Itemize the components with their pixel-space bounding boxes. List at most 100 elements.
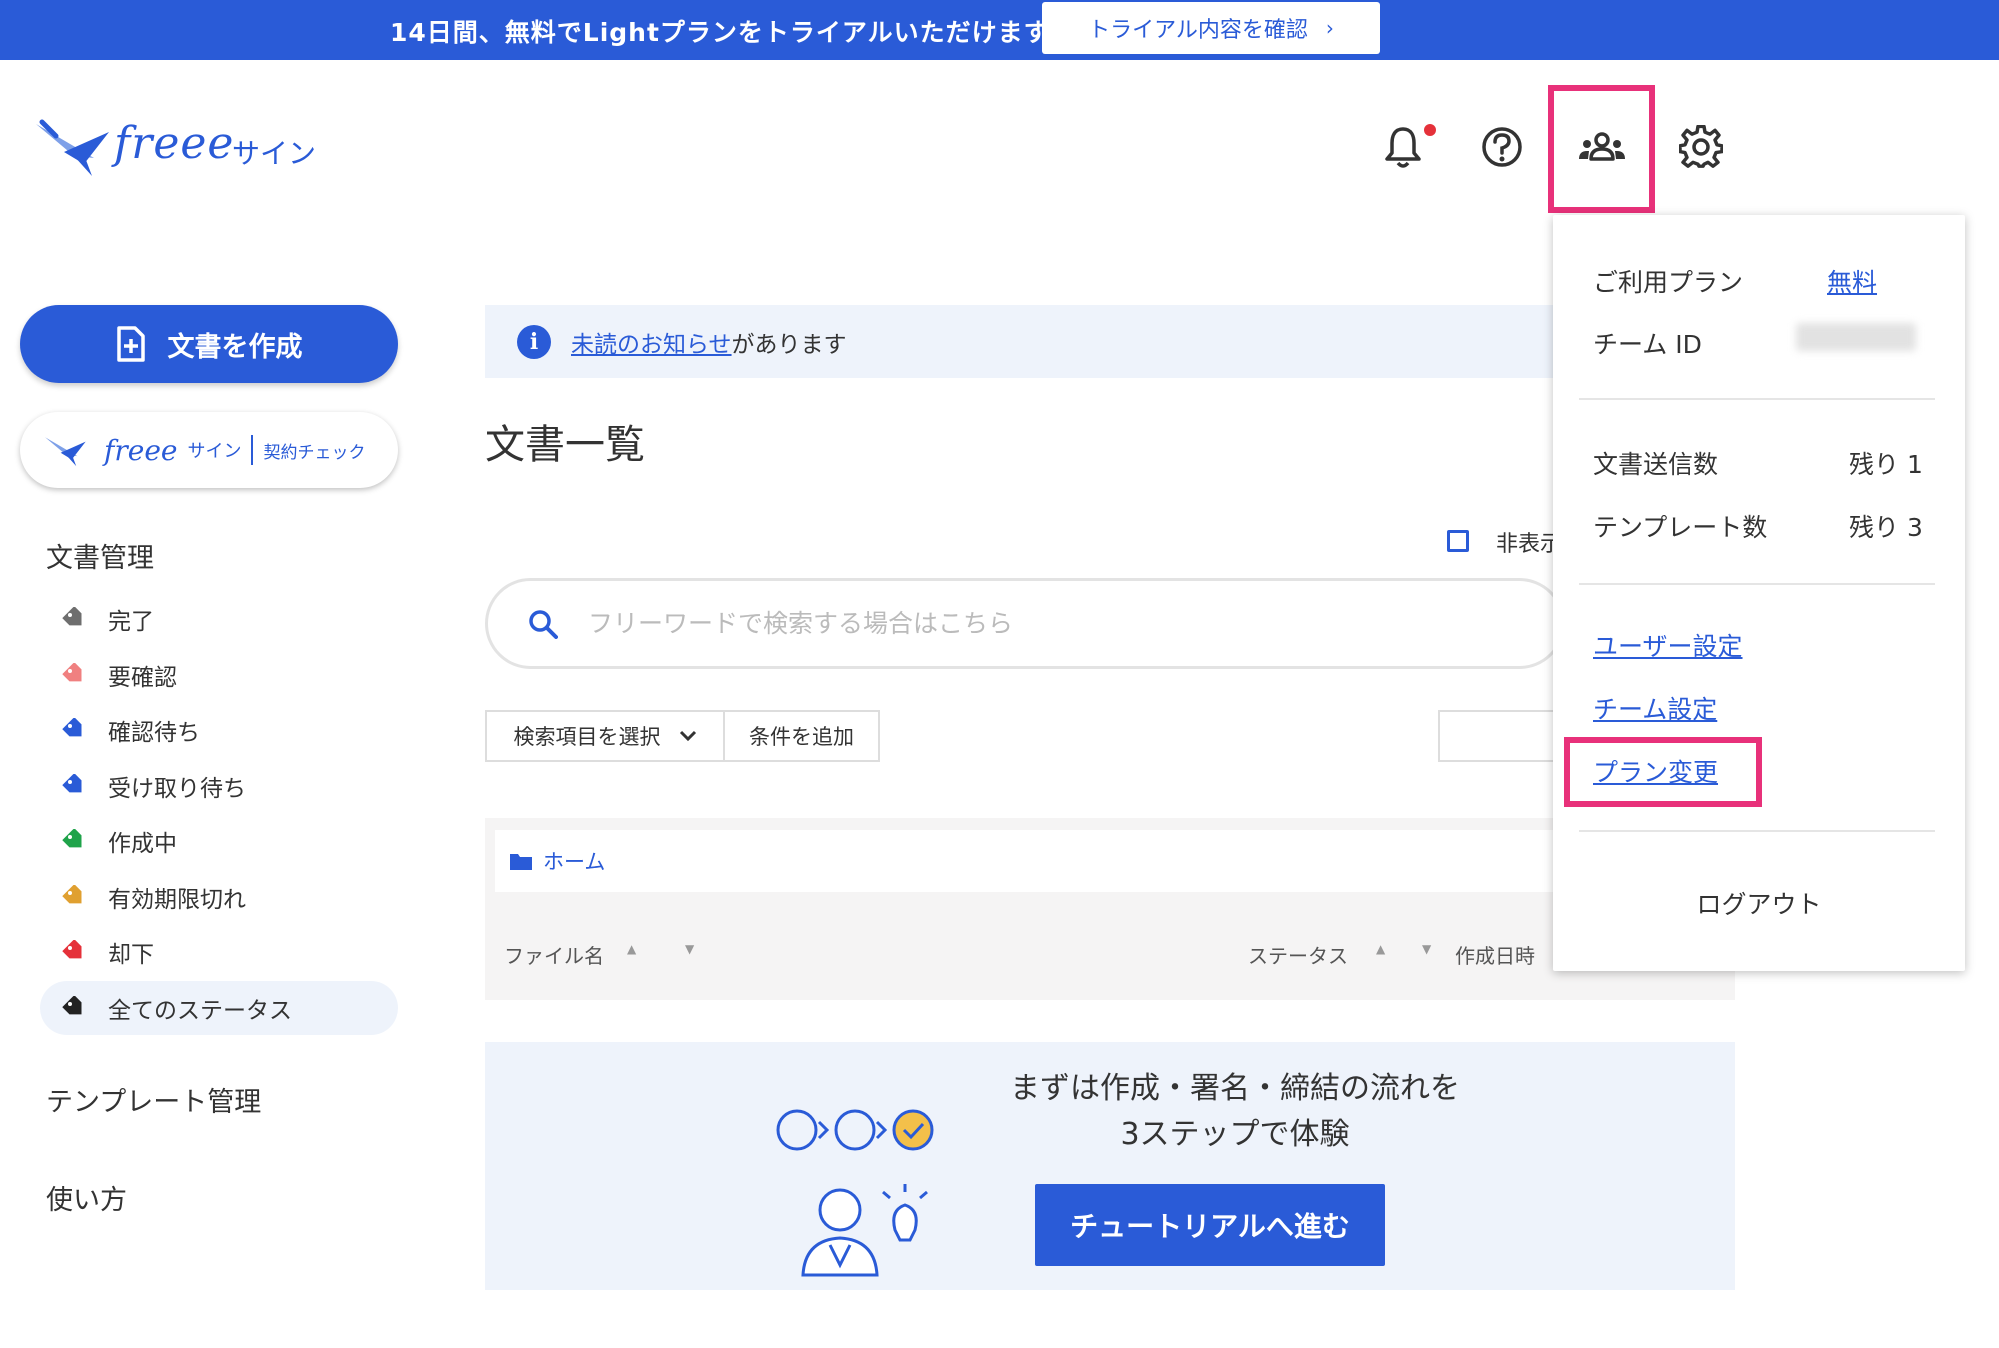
notification-dot — [1424, 124, 1436, 136]
sort-desc-icon[interactable]: ▼ — [685, 942, 694, 956]
unread-notice-banner: i 未読のお知らせがあります — [485, 305, 1555, 378]
filter-input-box[interactable] — [1438, 710, 1558, 762]
hide-checkbox[interactable] — [1447, 530, 1469, 552]
column-header-status[interactable]: ステータス — [1248, 940, 1348, 969]
menu-divider — [1579, 398, 1935, 400]
chevron-right-icon: › — [1325, 16, 1334, 40]
breadcrumb: ホーム — [495, 830, 1735, 892]
banner-text: 14日間、無料でLightプランをトライアルいただけます — [390, 18, 1050, 47]
status-item[interactable]: 確認待ち — [40, 703, 398, 757]
contract-check-label: 契約チェック — [263, 442, 366, 463]
trial-details-button[interactable]: トライアル内容を確認 › — [1042, 2, 1380, 54]
status-item-label: 要確認 — [108, 664, 177, 691]
status-item-label: 確認待ち — [108, 720, 200, 746]
document-table: ホーム ファイル名 ▲ ▼ ステータス ▲ ▼ 作成日時 — [485, 818, 1735, 1000]
gear-icon — [1679, 125, 1723, 168]
team-id-label: チーム ID — [1593, 330, 1702, 359]
help-button[interactable] — [1477, 122, 1527, 172]
menu-divider — [1579, 830, 1935, 832]
tag-icon — [62, 940, 82, 959]
plan-label: ご利用プラン — [1593, 268, 1744, 297]
add-document-icon — [116, 326, 145, 362]
create-document-label: 文書を作成 — [167, 331, 303, 363]
create-document-button[interactable]: 文書を作成 — [20, 305, 398, 383]
doc-management-heading[interactable]: 文書管理 — [46, 536, 154, 575]
freee-sign-logo[interactable]: freee サイン — [34, 112, 324, 182]
status-item-label: 有効期限切れ — [108, 886, 246, 913]
bell-icon — [1385, 127, 1421, 168]
tutorial-line2: 3ステップで体験 — [1120, 1117, 1350, 1152]
search-icon — [529, 609, 558, 639]
logout-button[interactable]: ログアウト — [1553, 885, 1965, 921]
folder-icon — [510, 854, 532, 870]
template-count-label: テンプレート数 — [1593, 513, 1768, 542]
breadcrumb-home[interactable]: ホーム — [543, 846, 605, 876]
plan-value-link[interactable]: 無料 — [1827, 263, 1877, 299]
settings-button[interactable] — [1676, 122, 1726, 172]
team-dropdown-menu: ご利用プラン 無料 チーム ID 文書送信数 残り 1 テンプレート数 残り 3… — [1553, 215, 1965, 971]
team-settings-link[interactable]: チーム設定 — [1593, 690, 1717, 726]
trial-details-label: トライアル内容を確認 — [1088, 18, 1308, 43]
tag-icon — [62, 718, 82, 737]
check-logo-suffix: サイン — [187, 441, 242, 462]
sort-asc-icon[interactable]: ▲ — [1376, 942, 1385, 956]
sort-asc-icon[interactable]: ▲ — [627, 942, 636, 956]
page-title: 文書一覧 — [485, 422, 645, 468]
status-item-label: 全てのステータス — [108, 997, 292, 1024]
tutorial-line1: まずは作成・署名・締結の流れを — [1010, 1071, 1460, 1106]
notification-bell-button[interactable] — [1378, 122, 1428, 172]
tag-icon — [62, 607, 82, 626]
status-item-label: 作成中 — [108, 831, 177, 857]
bird-logo-icon — [36, 119, 109, 176]
notice-text: 未読のお知らせがあります — [571, 325, 847, 359]
check-logo-wordmark: freee — [104, 433, 178, 467]
status-item[interactable]: 却下 — [40, 925, 398, 979]
tag-icon — [62, 662, 82, 681]
tutorial-card: まずは作成・署名・締結の流れを 3ステップで体験 チュートリアルへ進む — [485, 1042, 1735, 1290]
status-item-label: 完了 — [108, 609, 154, 635]
trial-banner: 14日間、無料でLightプランをトライアルいただけます トライアル内容を確認 … — [0, 0, 1999, 60]
send-count-value: 残り 1 — [1849, 450, 1923, 479]
status-item[interactable]: 受け取り待ち — [40, 759, 398, 813]
status-item[interactable]: 全てのステータス — [40, 980, 398, 1035]
help-icon — [1482, 127, 1522, 167]
select-search-field-label: 検索項目を選択 — [513, 725, 661, 749]
tutorial-text: まずは作成・署名・締結の流れを 3ステップで体験 — [975, 1066, 1495, 1158]
tag-icon — [62, 995, 82, 1014]
search-bar — [485, 578, 1565, 669]
contract-check-button[interactable]: freee サイン 契約チェック — [20, 412, 398, 488]
team-icon-highlight — [1548, 85, 1655, 213]
status-item-label: 受け取り待ち — [108, 775, 246, 802]
status-item[interactable]: 有効期限切れ — [40, 870, 398, 924]
team-id-value-blurred — [1796, 323, 1916, 351]
column-header-created[interactable]: 作成日時 — [1455, 940, 1535, 969]
user-settings-link[interactable]: ユーザー設定 — [1593, 627, 1743, 663]
template-count-value: 残り 3 — [1849, 513, 1923, 542]
how-to-use-heading[interactable]: 使い方 — [46, 1178, 127, 1217]
info-icon: i — [517, 324, 551, 359]
menu-divider — [1579, 583, 1935, 585]
sort-desc-icon[interactable]: ▼ — [1422, 942, 1431, 956]
logo-divider — [251, 435, 254, 465]
status-item[interactable]: 要確認 — [40, 648, 398, 702]
logo-wordmark: freee — [114, 118, 235, 169]
search-input[interactable] — [588, 609, 1488, 638]
send-count-label: 文書送信数 — [1593, 450, 1719, 479]
status-item-label: 却下 — [108, 942, 154, 968]
status-item[interactable]: 作成中 — [40, 814, 398, 868]
column-header-filename[interactable]: ファイル名 — [504, 940, 604, 969]
plan-change-highlight — [1564, 737, 1762, 807]
status-item[interactable]: 完了 — [40, 592, 398, 646]
notice-rest: があります — [731, 331, 847, 358]
unread-notice-link[interactable]: 未読のお知らせ — [571, 332, 732, 358]
add-condition-button[interactable]: 条件を追加 — [723, 710, 880, 762]
select-search-field-dropdown[interactable]: 検索項目を選択 — [485, 710, 725, 762]
chevron-down-icon — [679, 730, 696, 742]
tag-icon — [62, 829, 82, 848]
template-management-heading[interactable]: テンプレート管理 — [46, 1080, 261, 1119]
bird-logo-icon — [45, 437, 86, 467]
logo-suffix: サイン — [232, 137, 317, 170]
tag-icon — [62, 773, 82, 792]
tutorial-illustration-icon — [776, 1109, 934, 1277]
start-tutorial-button[interactable]: チュートリアルへ進む — [1035, 1184, 1385, 1266]
